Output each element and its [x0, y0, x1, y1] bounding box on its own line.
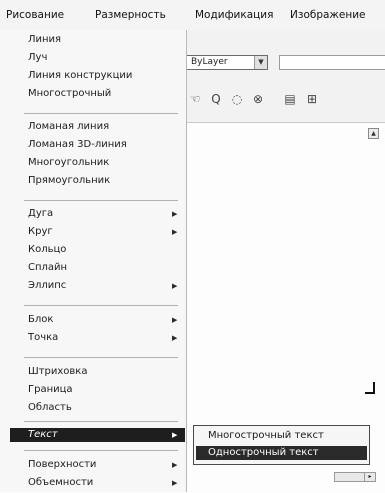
submenu-arrow-icon: ▶: [172, 282, 178, 290]
zoom-window-icon[interactable]: ◌: [228, 91, 246, 107]
menu-modify[interactable]: Модификация: [195, 9, 273, 21]
menu-item-surfaces[interactable]: Поверхности: [28, 459, 96, 470]
layer-linetype-select[interactable]: ByLayer ▼: [186, 55, 268, 70]
menu-view[interactable]: Изображение: [290, 9, 366, 21]
menu-separator: [24, 357, 178, 358]
submenu-arrow-icon: ▶: [172, 334, 178, 342]
submenu-item-single-line-text[interactable]: Однострочный текст: [208, 447, 319, 458]
menu-item-ellipse[interactable]: Эллипс: [28, 280, 66, 291]
menu-item-polygon[interactable]: Многоугольник: [28, 157, 109, 168]
scroll-up-arrow-icon[interactable]: ▲: [368, 128, 379, 139]
text-submenu: Многострочный текст Однострочный текст: [193, 425, 370, 465]
menu-item-construction-line[interactable]: Линия конструкции: [28, 70, 132, 81]
scroll-right-arrow-icon[interactable]: ▸: [364, 473, 375, 481]
menu-item-donut[interactable]: Кольцо: [28, 244, 66, 255]
zoom-icon[interactable]: Q: [207, 91, 225, 107]
layer-select-value: ByLayer: [191, 57, 228, 67]
submenu-arrow-icon: ▶: [172, 316, 178, 324]
submenu-arrow-icon: ▶: [172, 461, 178, 469]
properties-icon[interactable]: ▤: [281, 91, 299, 107]
menu-separator: [24, 305, 178, 306]
menu-bar: Рисование Размерность Модификация Изобра…: [0, 0, 385, 31]
menu-item-region[interactable]: Область: [28, 402, 72, 413]
pan-icon[interactable]: ☜: [186, 91, 204, 107]
draw-dropdown-menu: Линия Луч Линия конструкции Многострочны…: [0, 30, 187, 492]
chevron-down-icon[interactable]: ▼: [254, 56, 267, 69]
menu-item-multiline[interactable]: Многострочный: [28, 88, 111, 99]
menu-separator: [24, 421, 178, 422]
menu-item-text[interactable]: Текст: [28, 429, 58, 440]
drawing-window: ByLayer ▼ ☜ Q ◌ ⊗ ▤ ⊞ ▲ ▸: [183, 30, 385, 493]
menu-item-solids[interactable]: Объемности: [28, 477, 93, 488]
menu-draw[interactable]: Рисование: [6, 9, 64, 21]
submenu-arrow-icon: ▶: [172, 228, 178, 236]
menu-separator: [24, 200, 178, 201]
menu-item-polyline[interactable]: Ломаная линия: [28, 121, 109, 132]
menu-separator: [24, 450, 178, 451]
menu-separator: [24, 113, 178, 114]
submenu-arrow-icon: ▶: [172, 431, 178, 439]
submenu-arrow-icon: ▶: [172, 479, 178, 487]
menu-item-line[interactable]: Линия: [28, 34, 61, 45]
menu-item-ray[interactable]: Луч: [28, 52, 47, 63]
submenu-arrow-icon: ▶: [172, 210, 178, 218]
menu-dimension[interactable]: Размерность: [95, 9, 166, 21]
menu-item-point[interactable]: Точка: [28, 332, 58, 343]
menu-item-block[interactable]: Блок: [28, 314, 53, 325]
menu-item-hatch[interactable]: Штриховка: [28, 366, 87, 377]
submenu-item-multiline-text[interactable]: Многострочный текст: [208, 430, 324, 441]
menu-item-arc[interactable]: Дуга: [28, 208, 53, 219]
menu-item-circle[interactable]: Круг: [28, 226, 53, 237]
ucs-corner-icon: [365, 382, 375, 394]
menu-item-boundary[interactable]: Граница: [28, 384, 73, 395]
menu-item-rectangle[interactable]: Прямоугольник: [28, 175, 110, 186]
zoom-previous-icon[interactable]: ⊗: [249, 91, 267, 107]
design-center-icon[interactable]: ⊞: [303, 91, 321, 107]
properties-field[interactable]: [279, 55, 385, 70]
horizontal-scrollbar[interactable]: ▸: [334, 472, 376, 482]
menu-item-spline[interactable]: Сплайн: [28, 262, 67, 273]
menu-item-3d-polyline[interactable]: Ломаная 3D-линия: [28, 139, 127, 150]
